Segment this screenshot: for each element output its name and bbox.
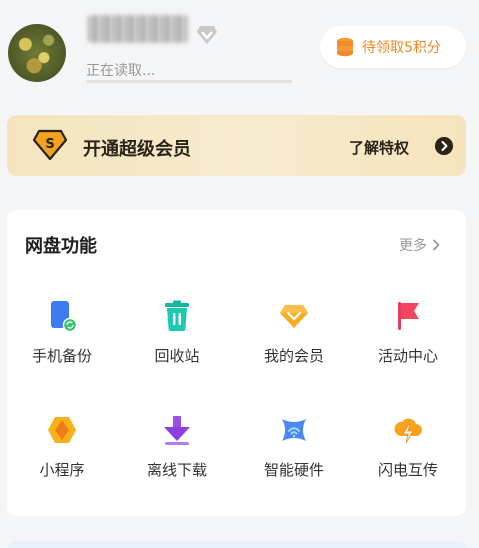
feature-my-membership[interactable]: 我的会员 [244, 300, 344, 380]
super-vip-banner[interactable]: S 开通超级会员 了解特权 [7, 115, 466, 176]
loading-status-text: 正在读取... [86, 63, 156, 79]
claim-points-button[interactable]: 待领取5积分 [320, 26, 466, 68]
more-label: 更多 [399, 238, 427, 254]
feature-offline-download[interactable]: 离线下载 [127, 414, 227, 494]
claim-points-label: 待领取5积分 [362, 40, 441, 56]
card-title: 网盘功能 [25, 236, 97, 257]
coins-icon [337, 37, 353, 57]
phone-backup-icon [51, 301, 77, 332]
status-progress-track [86, 80, 292, 83]
feature-label: 回收站 [154, 347, 200, 365]
feature-label: 活动中心 [377, 347, 438, 365]
smart-hardware-icon [282, 419, 306, 441]
feature-label: 手机备份 [31, 347, 92, 365]
next-card-edge [7, 541, 466, 548]
feature-activity-center[interactable]: 活动中心 [358, 300, 458, 380]
profile-page: 正在读取... 待领取5积分 S 开通超级会员 了解特权 网盘功能 更多 手机备… [0, 0, 479, 548]
diamond-icon [197, 26, 217, 44]
vip-badge-icon: S [33, 129, 67, 161]
feature-recycle-bin[interactable]: 回收站 [127, 300, 227, 380]
avatar[interactable] [8, 24, 66, 82]
username-redacted [88, 15, 188, 43]
feature-mini-program[interactable]: 小程序 [12, 414, 112, 494]
feature-label: 离线下载 [146, 461, 207, 479]
chevron-right-icon[interactable] [435, 137, 453, 155]
feature-label: 我的会员 [263, 347, 324, 365]
vip-badge-letter: S [45, 137, 54, 152]
feature-label: 小程序 [39, 461, 85, 479]
mini-program-icon [48, 417, 76, 443]
vip-banner-title: 开通超级会员 [83, 139, 191, 160]
feature-lightning-transfer[interactable]: 闪电互传 [358, 414, 458, 494]
feature-label: 智能硬件 [263, 461, 324, 479]
lightning-transfer-icon [394, 418, 422, 444]
recycle-bin-icon [165, 300, 189, 331]
more-link[interactable]: 更多 [399, 235, 441, 255]
feature-label: 闪电互传 [377, 461, 438, 479]
feature-phone-backup[interactable]: 手机备份 [12, 300, 112, 380]
cloud-features-card: 网盘功能 更多 手机备份 回收站 我的会员 活动中心 小程序 离线下载 智能硬件… [7, 210, 466, 516]
download-icon [164, 416, 190, 445]
membership-icon [280, 305, 308, 328]
learn-privileges-link[interactable]: 了解特权 [349, 137, 409, 158]
flag-icon [398, 302, 419, 330]
chevron-right-icon [433, 239, 440, 251]
feature-smart-hardware[interactable]: 智能硬件 [244, 414, 344, 494]
